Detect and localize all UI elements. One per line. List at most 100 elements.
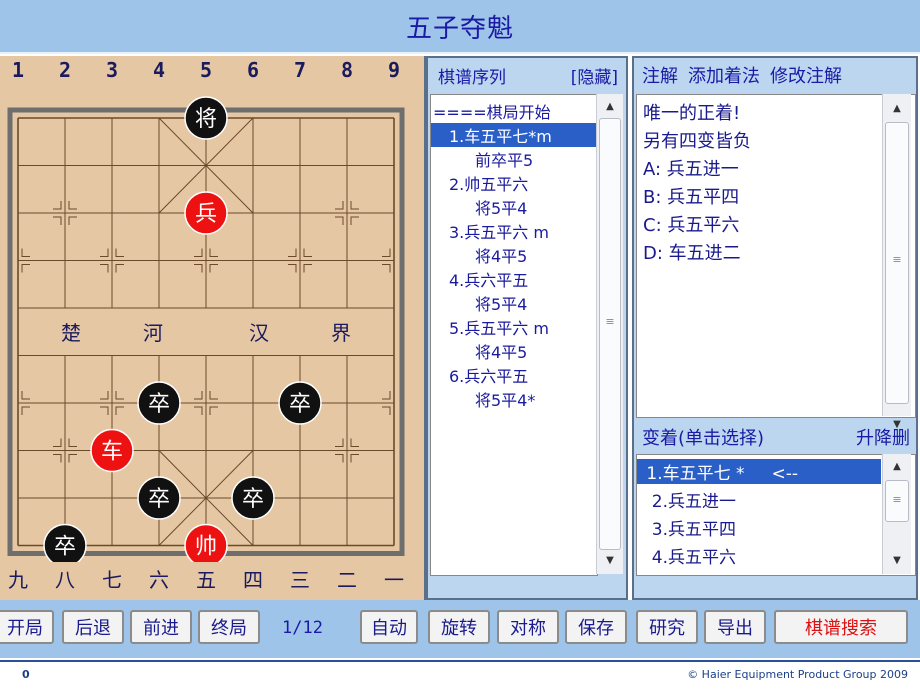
footer-divider	[0, 660, 920, 662]
auto-button[interactable]: 自动	[360, 610, 418, 644]
position-mark	[350, 201, 359, 210]
scroll-thumb[interactable]: ≡	[599, 118, 621, 550]
position-mark	[209, 391, 218, 400]
piece-red-general[interactable]: 帅	[184, 523, 228, 563]
move-item[interactable]: 2.帅五平六	[431, 171, 597, 195]
position-mark	[303, 264, 312, 273]
scroll-thumb[interactable]: ≡	[885, 122, 909, 404]
piece-label: 卒	[148, 487, 170, 512]
piece-black-soldier-c[interactable]: 卒	[137, 476, 181, 520]
move-counter: 1/12	[282, 618, 323, 638]
position-mark	[303, 248, 312, 257]
notes-text[interactable]: 唯一的正着! 另有四变皆负 A: 兵五进一 B: 兵五平四 C: 兵五平六 D: 车五进二	[636, 94, 916, 418]
scroll-down-icon[interactable]: ▼	[597, 552, 623, 570]
piece-label: 卒	[289, 392, 311, 417]
river-label: 界	[331, 321, 351, 345]
file-number: 5	[199, 58, 213, 82]
tab-edit-notes[interactable]: 修改注解	[770, 62, 842, 88]
piece-label: 帅	[195, 535, 217, 560]
variations-list[interactable]: 1.车五平七 * <-- 2.兵五进一 3.兵五平四 4.兵五平六	[636, 454, 916, 576]
scroll-thumb[interactable]: ≡	[885, 480, 909, 522]
export-button[interactable]: 导出	[704, 610, 766, 644]
move-item[interactable]: 3.兵五平六 m	[431, 219, 597, 243]
variation-item[interactable]: 4.兵五平六	[637, 543, 736, 568]
move-item[interactable]: 4.兵六平五	[431, 267, 597, 291]
position-mark	[115, 406, 124, 415]
scroll-down-icon[interactable]: ▼	[883, 552, 911, 570]
position-mark	[335, 216, 344, 225]
river: 楚河汉界	[61, 321, 351, 345]
piece-black-soldier-e[interactable]: 卒	[43, 523, 87, 563]
position-mark	[382, 406, 391, 415]
page-number: 0	[22, 668, 30, 681]
reorder-delete-button[interactable]: 升降删	[856, 424, 910, 450]
position-mark	[209, 406, 218, 415]
search-records-button[interactable]: 棋谱搜索	[774, 610, 908, 644]
position-mark	[115, 391, 124, 400]
move-item[interactable]: ====棋局开始	[431, 99, 597, 123]
move-item[interactable]: 将5平4*	[431, 387, 597, 411]
piece-label: 卒	[54, 535, 76, 560]
file-number: 三	[290, 568, 310, 592]
movelist-header: 棋谱序列 [隐藏]	[428, 58, 626, 92]
move-item-selected[interactable]: 1.车五平七*m	[431, 123, 597, 147]
xiangqi-board[interactable]: 楚河汉界 将兵卒 卒车卒 卒卒帅	[0, 88, 420, 562]
variation-item[interactable]: 3.兵五平四	[637, 515, 736, 540]
move-item[interactable]: 将5平4	[431, 291, 597, 315]
piece-red-chariot[interactable]: 车	[90, 428, 134, 473]
piece-red-soldier[interactable]: 兵	[184, 191, 228, 235]
mirror-button[interactable]: 对称	[497, 610, 559, 644]
move-item[interactable]: 将4平5	[431, 339, 597, 363]
scroll-up-icon[interactable]: ▲	[883, 100, 911, 118]
position-mark	[68, 454, 77, 463]
save-button[interactable]: 保存	[565, 610, 627, 644]
variations-header: 变着(单击选择) 升降删	[634, 420, 916, 454]
variations-title: 变着(单击选择)	[642, 428, 765, 449]
position-mark	[194, 264, 203, 273]
piece-black-soldier-d[interactable]: 卒	[231, 476, 275, 520]
position-mark	[100, 406, 109, 415]
file-number: 4	[152, 58, 166, 82]
movelist[interactable]: ====棋局开始 1.车五平七*m 前卒平5 2.帅五平六 将5平4 3.兵五平六 m将…	[430, 94, 598, 576]
file-number: 九	[8, 568, 28, 592]
movelist-scrollbar[interactable]: ▲ ≡ ▼	[596, 94, 623, 574]
file-number: 1	[11, 58, 25, 82]
piece-label: 兵	[195, 202, 217, 227]
forward-button[interactable]: 前进	[130, 610, 192, 644]
top-file-numbers: 1 2 3 4 5 6 7 8 9	[0, 58, 420, 88]
rotate-button[interactable]: 旋转	[428, 610, 490, 644]
move-item[interactable]: 将4平5	[431, 243, 597, 267]
copyright: © Haier Equipment Product Group 2009	[687, 668, 908, 681]
note-line: B: 兵五平四	[643, 187, 740, 208]
piece-label: 卒	[148, 392, 170, 417]
position-mark	[100, 264, 109, 273]
open-button[interactable]: 开局	[0, 610, 54, 644]
piece-black-soldier-a[interactable]: 卒	[137, 381, 181, 425]
move-item[interactable]: 6.兵六平五	[431, 363, 597, 387]
variation-item-selected[interactable]: 1.车五平七 * <--	[637, 459, 881, 484]
piece-black-general[interactable]: 将	[184, 96, 228, 140]
move-item[interactable]: 将5平4	[431, 195, 597, 219]
position-mark	[350, 438, 359, 447]
variations-scrollbar[interactable]: ▲ ≡ ▼	[882, 454, 911, 574]
notes-scrollbar[interactable]: ▲ ≡ ▼	[882, 94, 911, 430]
file-number: 六	[149, 568, 169, 592]
variation-item[interactable]: 2.兵五进一	[637, 487, 736, 512]
position-mark	[53, 438, 62, 447]
scroll-up-icon[interactable]: ▲	[883, 458, 911, 476]
move-item[interactable]: 5.兵五平六 m	[431, 315, 597, 339]
back-button[interactable]: 后退	[62, 610, 124, 644]
position-mark	[382, 264, 391, 273]
study-button[interactable]: 研究	[636, 610, 698, 644]
tab-add-move[interactable]: 添加着法	[688, 62, 760, 88]
position-mark	[100, 391, 109, 400]
move-item[interactable]: 前卒平5	[431, 147, 597, 171]
position-mark	[382, 248, 391, 257]
piece-black-soldier-b[interactable]: 卒	[278, 381, 322, 425]
end-button[interactable]: 终局	[198, 610, 260, 644]
hide-toggle[interactable]: [隐藏]	[571, 63, 618, 88]
tab-notes[interactable]: 注解	[642, 62, 678, 88]
file-number: 五	[196, 568, 216, 592]
scroll-up-icon[interactable]: ▲	[597, 98, 623, 116]
position-mark	[194, 248, 203, 257]
